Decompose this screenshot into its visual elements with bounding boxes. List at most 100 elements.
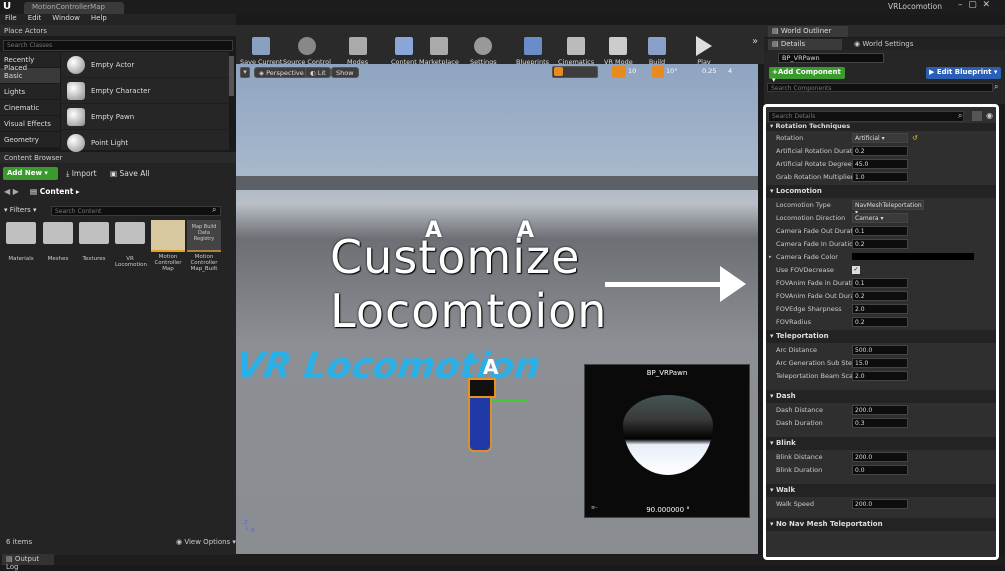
prop-value-input[interactable]: 0.2 [852,316,908,327]
asset-motion-controller-map[interactable]: Motion Controller Map [151,220,185,272]
category-geometry[interactable]: Geometry [0,132,60,148]
search-content-input[interactable]: Search Content [51,206,221,216]
prop-value-input[interactable]: 45.0 [852,158,908,169]
actor-empty-pawn[interactable]: Empty Pawn [61,104,229,130]
level-tab[interactable]: MotionControllerMap [24,2,124,14]
add-component-button[interactable]: +Add Component ▾ [769,67,845,84]
camera-speed-value[interactable]: 4 [728,67,732,75]
actor-empty-actor[interactable]: Empty Actor [61,52,229,78]
prop-value-input[interactable]: 0.1 [852,277,908,288]
prop-value-input[interactable]: 500.0 [852,344,908,355]
translate-icon[interactable] [554,67,563,76]
build-button[interactable]: Build [648,26,666,66]
section-dash[interactable]: ▾ Dash [766,390,996,403]
vr-mode-button[interactable]: VR Mode [604,26,633,66]
filters-button[interactable]: ▾ Filters ▾ [4,206,36,214]
category-visual-effects[interactable]: Visual Effects [0,116,60,132]
prop-value-input[interactable]: 0.2 [852,238,908,249]
asset-textures[interactable]: Textures [79,222,109,262]
content-path-breadcrumb[interactable]: ▤ Content ▸ [30,187,80,196]
prop-value-input[interactable]: 0.2 [852,290,908,301]
edit-blueprint-button[interactable]: ▶ Edit Blueprint ▾ [926,67,1001,79]
section-no-nav-mesh-teleportation[interactable]: ▾ No Nav Mesh Teleportation [766,518,996,531]
rotation-snap-toggle[interactable] [652,66,664,78]
asset-vr-locomotion[interactable]: VR Locomotion [115,222,147,268]
rotation-dropdown[interactable]: Artificial ▾ [852,132,908,143]
property-matrix-icon[interactable] [972,111,982,121]
section-locomotion[interactable]: ▾ Locomotion [766,185,996,198]
grid-snap-toggle[interactable] [612,66,626,78]
section-rotation-techniques[interactable]: ▾ Rotation Techniques [766,123,996,131]
nav-arrows-icon[interactable]: ◀ ▶ [4,187,19,196]
vr-pawn-mesh[interactable] [468,392,492,452]
prop-value-input[interactable]: 15.0 [852,357,908,368]
unreal-logo-icon[interactable]: U [3,1,11,12]
menu-window[interactable]: Window [52,14,80,22]
actor-empty-character[interactable]: Empty Character [61,78,229,104]
category-cinematic[interactable]: Cinematic [0,100,60,116]
color-swatch[interactable] [852,253,974,260]
perspective-button[interactable]: ◈ Perspective [254,67,309,78]
category-recently-placed[interactable]: Recently Placed [0,52,60,72]
search-icon[interactable]: ⌕ [212,205,216,215]
window-controls[interactable]: – ▢ ✕ [958,0,990,10]
prop-value-input[interactable]: 1.0 [852,171,908,182]
expand-arrow-icon[interactable]: ▸ [769,254,772,260]
marketplace-button[interactable]: Marketplace [419,26,459,66]
import-button[interactable]: ⤓ Import [66,169,97,179]
search-details-input[interactable]: Search Details [768,111,964,122]
checkbox-checked[interactable]: ✓ [852,265,860,274]
camera-preview-window[interactable]: BP_VRPawn 90.000000 ° ≡– [584,364,750,518]
grid-snap-value[interactable]: 10 [628,67,636,75]
lit-button[interactable]: ◐ Lit [305,67,331,78]
eye-icon[interactable]: ◉ [986,111,993,120]
world-outliner-tab[interactable]: ▤ World Outliner [768,26,848,37]
toolbar-overflow-icon[interactable]: » [752,36,758,47]
prop-value-input[interactable]: 2.0 [852,370,908,381]
world-settings-tab[interactable]: ◉ World Settings [850,39,935,50]
view-options-button[interactable]: ◉ View Options ▾ [176,538,236,546]
modes-button[interactable]: Modes [347,26,368,66]
asset-meshes[interactable]: Meshes [43,222,73,262]
prop-value-input[interactable]: 0.0 [852,464,908,475]
blueprints-button[interactable]: Blueprints [516,26,549,66]
category-lights[interactable]: Lights [0,84,60,100]
content-button[interactable]: Content [391,26,417,66]
play-button[interactable]: Play [696,26,712,66]
gizmo-y-axis[interactable] [492,399,528,402]
menu-help[interactable]: Help [91,14,107,22]
scale-snap-value[interactable]: 0.25 [702,67,716,75]
locomotion-type-dropdown[interactable]: NavMeshTeleportation ▾ [852,199,924,216]
menu-file[interactable]: File [5,14,17,22]
output-log-tab[interactable]: ▤ Output Log [2,554,54,571]
source-control-button[interactable]: Source Control [283,26,331,66]
prop-value-input[interactable]: 200.0 [852,404,908,415]
asset-materials[interactable]: Materials [6,222,36,262]
save-current-button[interactable]: Save Current [240,26,282,66]
save-all-button[interactable]: ▣ Save All [110,169,150,178]
viewport-options-button[interactable]: ▾ [240,67,250,78]
cinematics-button[interactable]: Cinematics [558,26,594,66]
prop-value-input[interactable]: 200.0 [852,498,908,509]
menu-edit[interactable]: Edit [28,14,42,22]
prop-value-input[interactable]: 0.3 [852,417,908,428]
section-blink[interactable]: ▾ Blink [766,437,996,450]
search-classes-input[interactable]: Search Classes [3,40,233,51]
reset-arrow-icon[interactable]: ↺ [912,134,918,142]
actor-list-scrollbar[interactable] [229,56,234,96]
prop-value-input[interactable]: 0.2 [852,145,908,156]
settings-button[interactable]: Settings [470,26,497,66]
prop-value-input[interactable]: 200.0 [852,451,908,462]
search-components-input[interactable]: Search Components [767,83,993,92]
locomotion-direction-dropdown[interactable]: Camera ▾ [852,212,908,223]
asset-map-build-data[interactable]: Map Build Data Registry Motion Controller… [187,220,221,272]
prop-value-input[interactable]: 2.0 [852,303,908,314]
actor-name-field[interactable]: BP_VRPawn [778,53,884,63]
section-teleportation[interactable]: ▾ Teleportation [766,330,996,343]
section-walk[interactable]: ▾ Walk [766,484,996,497]
rotation-snap-value[interactable]: 10° [666,67,678,75]
show-button[interactable]: Show [331,67,359,78]
prop-value-input[interactable]: 0.1 [852,225,908,236]
add-new-button[interactable]: Add New ▾ [3,167,58,180]
details-tab[interactable]: ▤ Details [768,39,842,50]
